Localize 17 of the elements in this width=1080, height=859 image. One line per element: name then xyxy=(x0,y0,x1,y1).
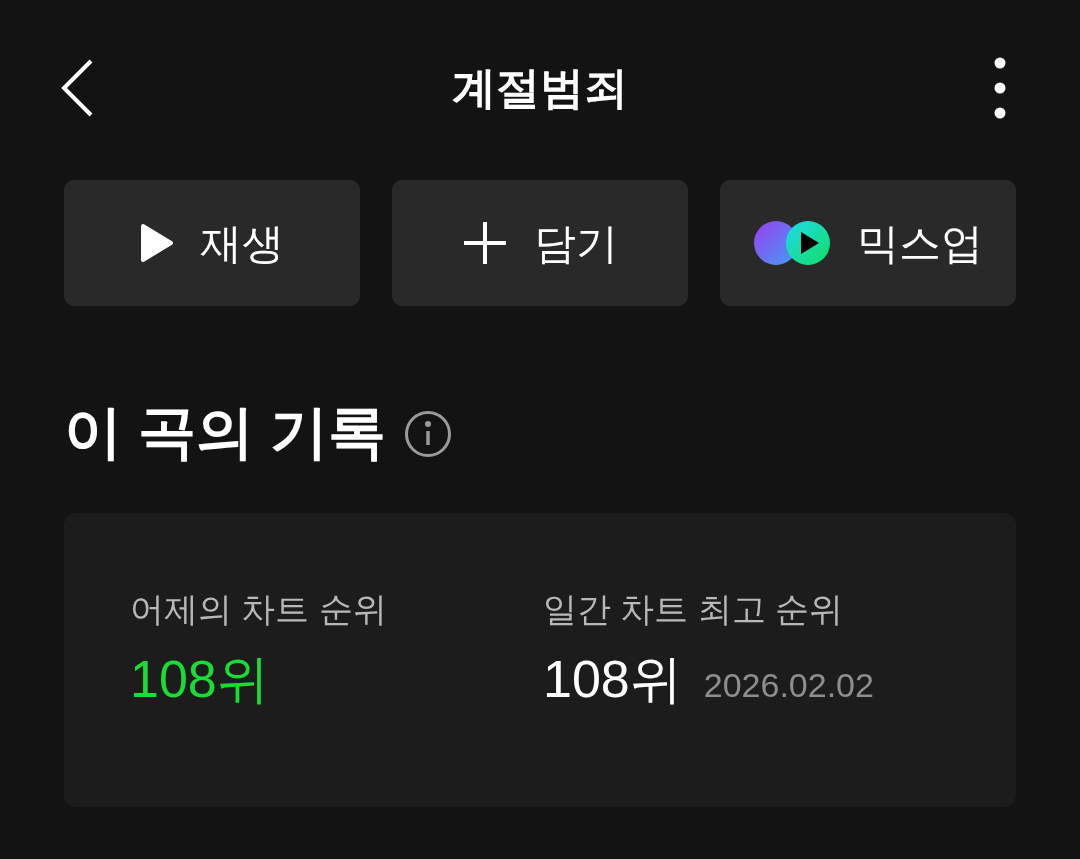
mixup-button[interactable]: 믹스업 xyxy=(720,180,1016,306)
rank-value: 108위 xyxy=(543,649,682,709)
more-icon xyxy=(994,57,1006,119)
record-label: 일간 차트 최고 순위 xyxy=(543,589,845,630)
record-date: 2026.02.02 xyxy=(703,665,874,706)
song-title: 계절범죄 xyxy=(452,62,628,114)
play-icon xyxy=(140,223,174,263)
play-button[interactable]: 재생 xyxy=(64,180,360,306)
add-button[interactable]: 담기 xyxy=(392,180,688,306)
plus-icon xyxy=(462,220,508,266)
info-icon xyxy=(404,410,453,458)
rank-value: 108위 xyxy=(130,649,269,709)
info-button[interactable] xyxy=(404,410,453,458)
back-icon xyxy=(60,58,94,118)
section-title: 이 곡의 기록 xyxy=(64,397,387,466)
record-label: 어제의 차트 순위 xyxy=(130,589,388,630)
mixup-logo-icon xyxy=(753,220,831,266)
